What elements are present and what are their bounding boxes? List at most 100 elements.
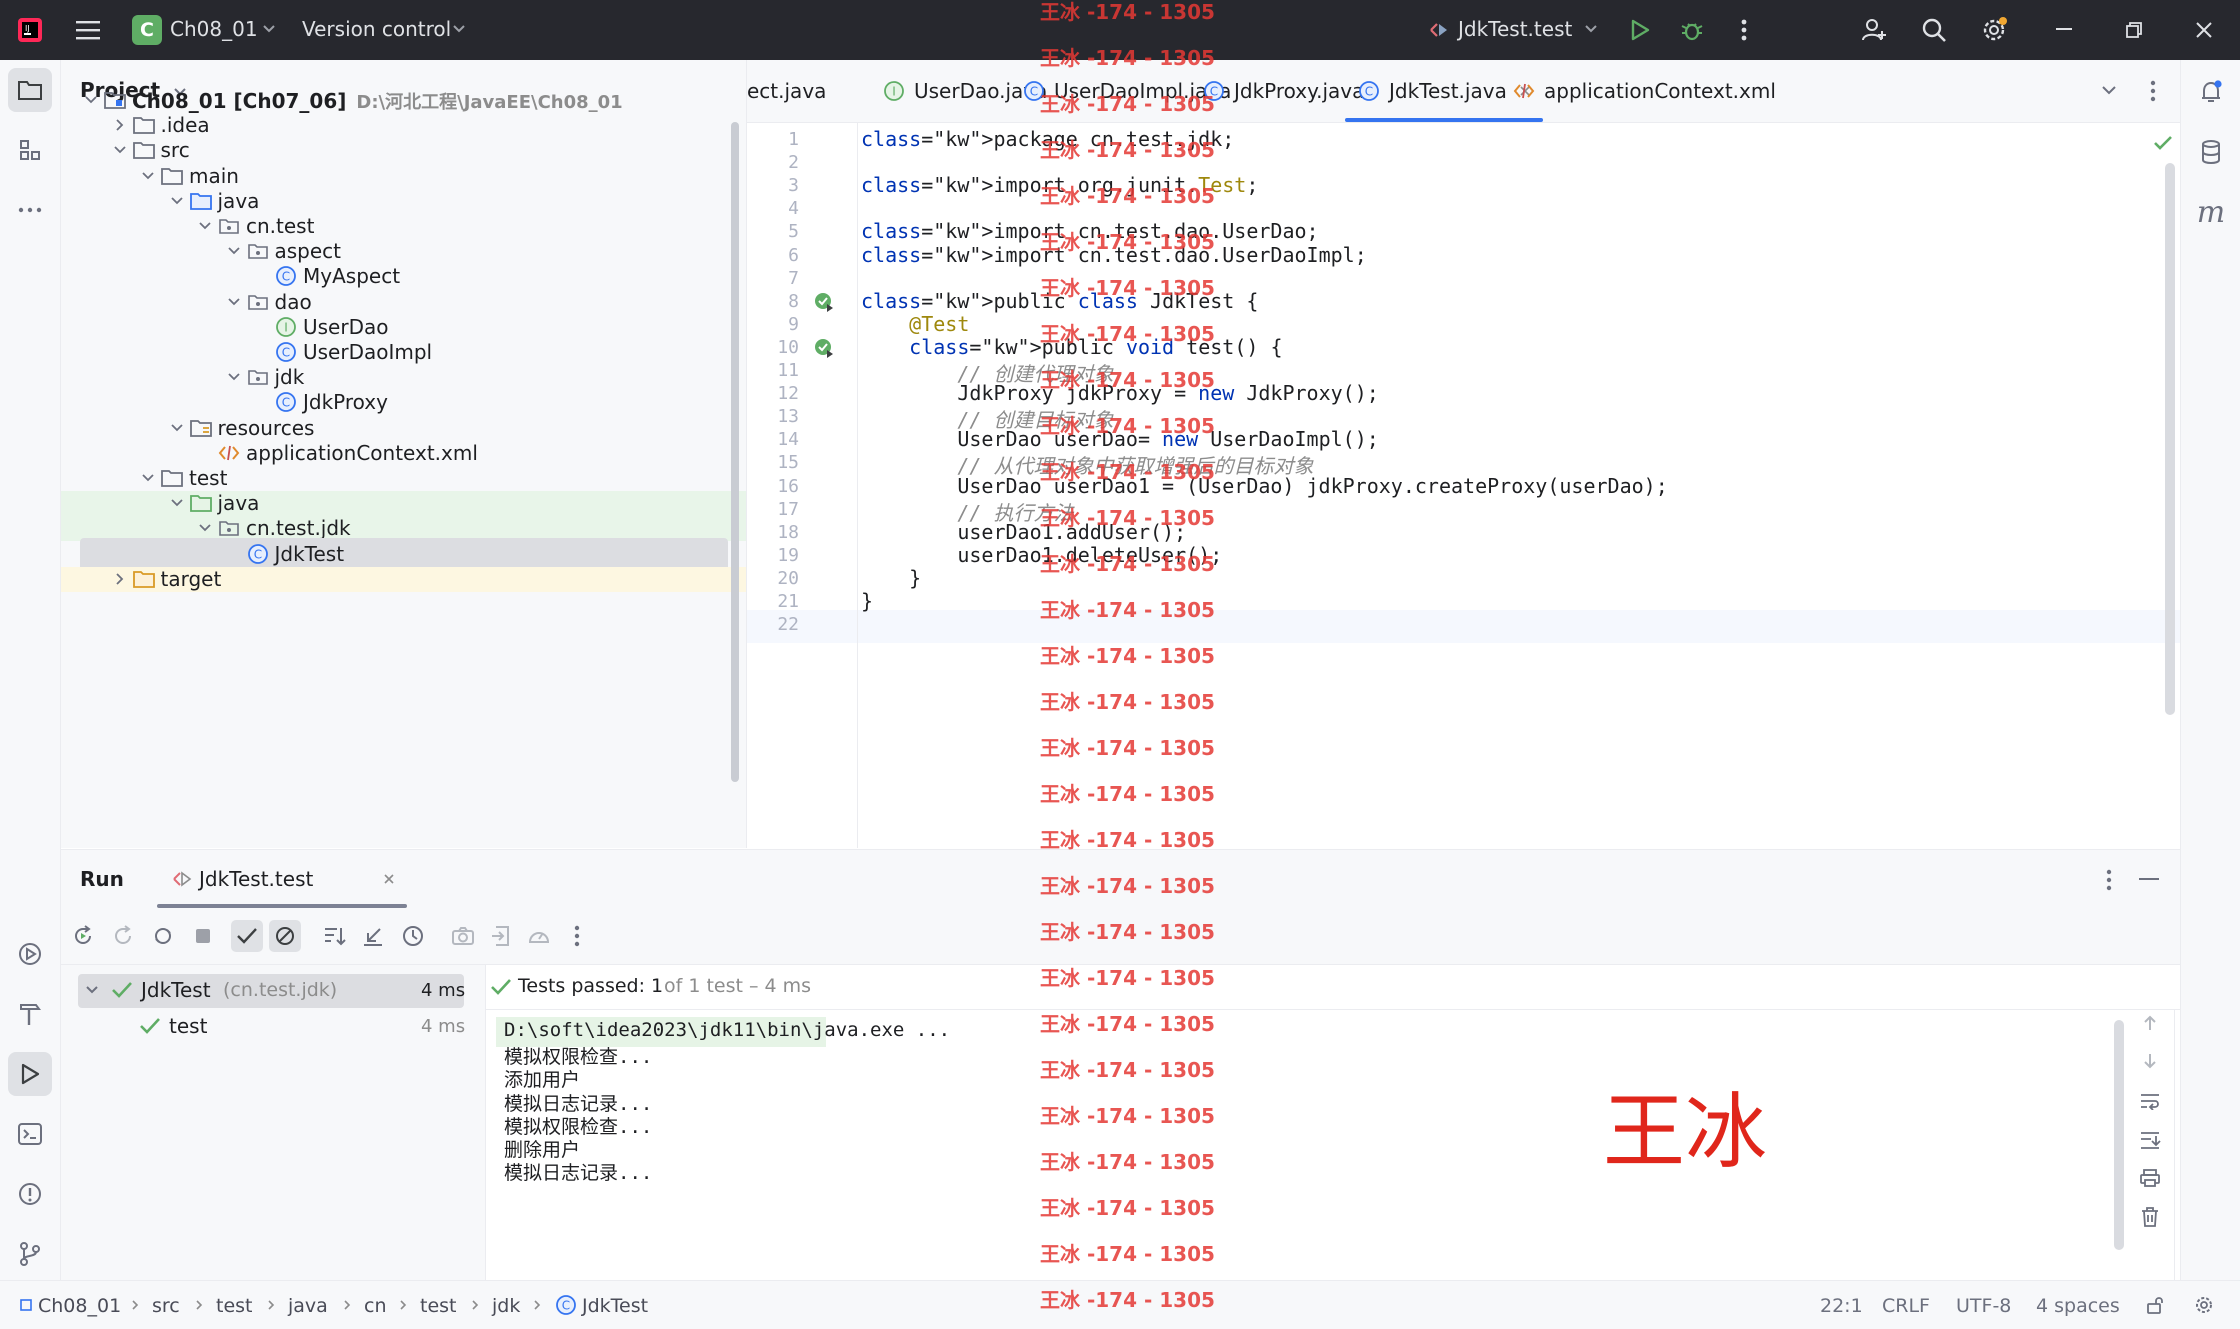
- chevron-down-icon[interactable]: [85, 984, 99, 996]
- version-control-menu[interactable]: Version control: [302, 17, 451, 41]
- stop-icon[interactable]: [187, 920, 219, 952]
- settings-gear-icon[interactable]: [1978, 14, 2010, 46]
- build-hammer-icon[interactable]: [8, 992, 52, 1036]
- more-vertical-icon[interactable]: [561, 920, 593, 952]
- tree-item[interactable]: java: [61, 189, 746, 214]
- structure-icon[interactable]: [8, 128, 52, 172]
- coverage-icon[interactable]: [523, 920, 555, 952]
- chevron-down-icon[interactable]: [1584, 24, 1598, 34]
- chevron-down-icon[interactable]: [226, 369, 242, 385]
- tree-item[interactable]: java: [61, 491, 746, 517]
- git-branch-icon[interactable]: [8, 1232, 52, 1276]
- breadcrumb-item[interactable]: src: [152, 1295, 180, 1317]
- editor-scrollbar[interactable]: [2165, 163, 2175, 715]
- soft-wrap-icon[interactable]: [2139, 1092, 2161, 1110]
- minimize-window-icon[interactable]: [2048, 14, 2080, 46]
- print-icon[interactable]: [2139, 1168, 2161, 1188]
- editor-tab[interactable]: C UserDaoImpl.java: [1022, 60, 1231, 122]
- test-row-class[interactable]: JdkTest (cn.test.jdk) 4 ms: [61, 974, 481, 1008]
- chevron-down-icon[interactable]: [452, 24, 466, 34]
- project-switcher[interactable]: Ch08_01: [170, 17, 258, 41]
- chevron-down-icon[interactable]: [169, 420, 185, 436]
- breadcrumb-item[interactable]: test: [420, 1295, 457, 1317]
- chevron-down-icon[interactable]: [140, 470, 156, 486]
- chevron-right-icon[interactable]: [112, 571, 128, 587]
- tree-item[interactable]: test: [61, 466, 746, 491]
- project-tool-button[interactable]: [8, 68, 52, 112]
- tree-item[interactable]: main: [61, 164, 746, 189]
- chevron-right-icon[interactable]: [112, 117, 128, 133]
- run-test-gutter-icon[interactable]: [813, 291, 835, 313]
- project-badge[interactable]: C: [132, 15, 162, 45]
- chevron-down-icon[interactable]: [197, 520, 213, 536]
- chevron-down-icon[interactable]: [169, 193, 185, 209]
- tree-item[interactable]: C UserDaoImpl: [61, 340, 746, 365]
- trash-icon[interactable]: [2140, 1206, 2160, 1228]
- chevron-down-icon[interactable]: [197, 218, 213, 234]
- editor-tab[interactable]: applicationContext.xml: [1512, 60, 1776, 122]
- show-ignored-icon[interactable]: [269, 920, 301, 952]
- breadcrumb-item[interactable]: jdk: [492, 1295, 520, 1317]
- sort-icon[interactable]: [319, 920, 351, 952]
- scroll-up-icon[interactable]: [2141, 1014, 2159, 1032]
- more-vertical-icon[interactable]: [2106, 869, 2112, 891]
- run-test-gutter-icon[interactable]: [813, 337, 835, 359]
- run-tab[interactable]: JdkTest.test: [157, 850, 407, 908]
- line-separator[interactable]: CRLF: [1882, 1295, 1930, 1317]
- terminal-icon[interactable]: [8, 1112, 52, 1156]
- tree-item[interactable]: dao: [61, 290, 746, 315]
- scroll-to-end-icon[interactable]: [2139, 1130, 2161, 1150]
- show-passed-check-icon[interactable]: [231, 920, 263, 952]
- run-icon[interactable]: [1624, 14, 1656, 46]
- main-menu-icon[interactable]: [72, 14, 104, 46]
- collapse-icon[interactable]: [357, 920, 389, 952]
- console-scrollbar[interactable]: [2114, 1020, 2124, 1250]
- tree-item[interactable]: C JdkTest: [61, 537, 746, 572]
- code-editor[interactable]: 1 2 3 4 5 6 7 8 9 10 11 12 13 14 15 16 17 18 19 20 21 22 clas…: [747, 123, 2180, 848]
- chevron-down-icon[interactable]: [169, 495, 185, 511]
- hide-panel-icon[interactable]: [2139, 878, 2159, 882]
- tree-item[interactable]: applicationContext.xml: [61, 441, 746, 466]
- breadcrumb-item[interactable]: JdkTest: [582, 1295, 648, 1317]
- restore-window-icon[interactable]: [2118, 14, 2150, 46]
- run-tool-icon[interactable]: [8, 1052, 52, 1096]
- tree-item[interactable]: C MyAspect: [61, 264, 746, 289]
- tree-item[interactable]: .idea: [61, 113, 746, 138]
- indent-setting[interactable]: 4 spaces: [2036, 1295, 2120, 1317]
- breadcrumb-item[interactable]: Ch08_01: [38, 1295, 121, 1317]
- close-window-icon[interactable]: [2188, 14, 2220, 46]
- chevron-down-icon[interactable]: [262, 24, 276, 34]
- console-output[interactable]: Tests passed: 1 of 1 test – 4 ms D:\soft…: [486, 965, 2180, 1281]
- caret-position[interactable]: 22:1: [1820, 1295, 1863, 1317]
- import-tests-icon[interactable]: [485, 920, 517, 952]
- tree-item[interactable]: aspect: [61, 239, 746, 264]
- debug-icon[interactable]: [1676, 14, 1708, 46]
- chevron-down-icon[interactable]: [112, 142, 128, 158]
- test-row-method[interactable]: test 4 ms: [61, 1010, 481, 1044]
- editor-tab[interactable]: C JdkProxy.java: [1202, 60, 1364, 122]
- file-encoding[interactable]: UTF-8: [1956, 1295, 2011, 1317]
- more-vertical-icon[interactable]: [1728, 14, 1760, 46]
- tabs-dropdown-chevron-icon[interactable]: [2101, 84, 2117, 96]
- services-icon[interactable]: [8, 932, 52, 976]
- project-scrollbar[interactable]: [731, 122, 739, 782]
- chevron-down-icon[interactable]: [83, 92, 99, 108]
- tree-item[interactable]: cn.test: [61, 214, 746, 239]
- chevron-down-icon[interactable]: [140, 168, 156, 184]
- problems-icon[interactable]: [8, 1172, 52, 1216]
- more-vertical-icon[interactable]: [2150, 80, 2156, 102]
- breadcrumb-item[interactable]: test: [216, 1295, 253, 1317]
- maven-icon[interactable]: m: [2189, 190, 2233, 234]
- chevron-down-icon[interactable]: [226, 243, 242, 259]
- tree-item[interactable]: src: [61, 138, 746, 163]
- tree-item[interactable]: resources: [61, 416, 746, 441]
- close-tab-icon[interactable]: [383, 873, 395, 885]
- tree-item[interactable]: jdk: [61, 365, 746, 390]
- breadcrumb-item[interactable]: java: [288, 1295, 328, 1317]
- history-clock-icon[interactable]: [397, 920, 429, 952]
- tree-item[interactable]: I UserDao: [61, 315, 746, 340]
- breadcrumb-item[interactable]: cn: [364, 1295, 387, 1317]
- rerun-failed-icon[interactable]: [107, 920, 139, 952]
- database-icon[interactable]: [2189, 130, 2233, 174]
- add-user-icon[interactable]: [1858, 14, 1890, 46]
